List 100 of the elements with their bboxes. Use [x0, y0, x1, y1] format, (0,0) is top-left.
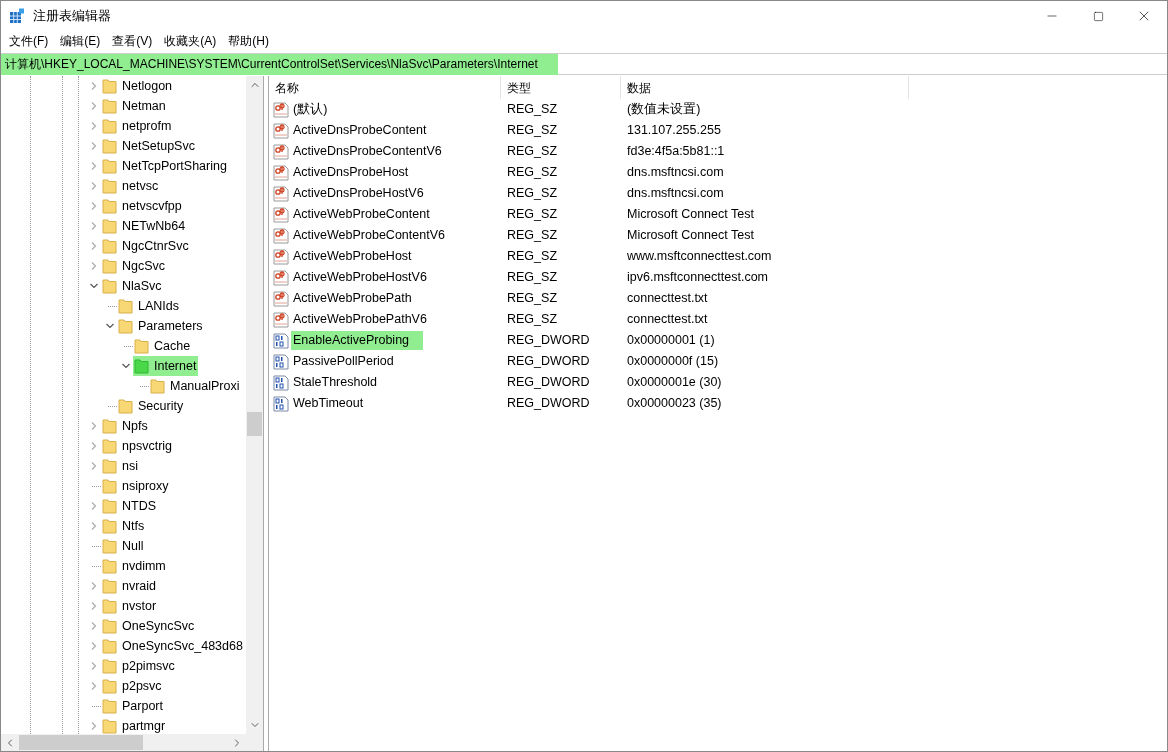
value-name[interactable]: (默认)	[291, 100, 330, 119]
tree-item[interactable]: NgcCtnrSvc	[101, 236, 191, 256]
scrollbar-thumb[interactable]	[19, 735, 143, 750]
value-type: REG_SZ	[507, 102, 557, 117]
tree-item[interactable]: Internet	[133, 356, 199, 376]
folder-icon	[102, 678, 117, 694]
folder-icon	[102, 578, 117, 594]
folder-icon	[102, 658, 117, 674]
value-data: (数值未设置)	[627, 102, 701, 117]
tree-item[interactable]: Parameters	[117, 316, 205, 336]
tree-item[interactable]: Parport	[101, 696, 165, 716]
address-bar[interactable]: 计算机\HKEY_LOCAL_MACHINE\SYSTEM\CurrentControlSet\Services\NlaSvc\Parameters\Internet	[1, 53, 1167, 75]
tree-item[interactable]: partmgr	[101, 716, 168, 734]
value-name[interactable]: ActiveDnsProbeHostV6	[291, 184, 426, 203]
value-data: connecttest.txt	[627, 291, 708, 306]
tree-item[interactable]: NetSetupSvc	[101, 136, 197, 156]
tree-item[interactable]: netprofm	[101, 116, 174, 136]
value-type: REG_SZ	[507, 186, 557, 201]
folder-icon	[102, 258, 117, 274]
column-header[interactable]: 名称	[269, 76, 501, 99]
tree-item[interactable]: Null	[101, 536, 146, 556]
tree-item[interactable]: p2psvc	[101, 676, 164, 696]
tree-item[interactable]: Npfs	[101, 416, 150, 436]
value-name[interactable]: WebTimeout	[291, 394, 366, 413]
menu-item[interactable]: 查看(V)	[106, 31, 159, 51]
value-type: REG_SZ	[507, 144, 557, 159]
tree-item[interactable]: Netman	[101, 96, 168, 116]
value-type: REG_SZ	[507, 249, 557, 264]
tree-item[interactable]: npsvctrig	[101, 436, 175, 456]
value-name[interactable]: ActiveWebProbeContentV6	[291, 226, 447, 245]
chevron-icon[interactable]	[105, 321, 115, 331]
folder-icon	[102, 518, 117, 534]
tree-item[interactable]: OneSyncSvc_483d68	[101, 636, 245, 656]
string-value-icon	[273, 122, 289, 139]
folder-icon	[102, 178, 117, 194]
folder-icon	[150, 378, 165, 394]
string-value-icon	[273, 227, 289, 244]
tree-item[interactable]: nvstor	[101, 596, 159, 616]
menu-item[interactable]: 编辑(E)	[54, 31, 107, 51]
tree-item[interactable]: nvdimm	[101, 556, 168, 576]
value-name[interactable]: ActiveWebProbeContent	[291, 205, 432, 224]
tree-item[interactable]: ManualProxi	[149, 376, 242, 396]
tree-item[interactable]: Netlogon	[101, 76, 175, 96]
folder-icon	[102, 458, 117, 474]
tree-item[interactable]: netvsc	[101, 176, 161, 196]
tree-item[interactable]: netvscvfpp	[101, 196, 184, 216]
tree-item[interactable]: LANIds	[117, 296, 181, 316]
value-name[interactable]: EnableActiveProbing	[291, 331, 424, 350]
value-name[interactable]: ActiveWebProbeHost	[291, 247, 414, 266]
chevron-icon[interactable]	[121, 361, 131, 371]
column-header[interactable]: 类型	[501, 76, 621, 99]
value-name[interactable]: ActiveDnsProbeContent	[291, 121, 429, 140]
binary-value-icon	[273, 353, 289, 370]
folder-icon	[102, 218, 117, 234]
folder-icon	[102, 118, 117, 134]
value-type: REG_SZ	[507, 123, 557, 138]
value-name[interactable]: ActiveWebProbePathV6	[291, 310, 429, 329]
value-name[interactable]: ActiveWebProbeHostV6	[291, 268, 429, 287]
scrollbar-thumb[interactable]	[247, 412, 262, 436]
column-header[interactable]: 数据	[621, 76, 909, 99]
value-data: 0x0000001e (30)	[627, 375, 722, 390]
tree-item[interactable]: NetTcpPortSharing	[101, 156, 229, 176]
binary-value-icon	[273, 374, 289, 391]
tree-item[interactable]: nsiproxy	[101, 476, 171, 496]
app-icon	[9, 8, 25, 24]
value-name[interactable]: ActiveWebProbePath	[291, 289, 414, 308]
binary-value-icon	[273, 332, 289, 349]
tree-item[interactable]: p2pimsvc	[101, 656, 177, 676]
string-value-icon	[273, 290, 289, 307]
tree-item[interactable]: Cache	[133, 336, 193, 356]
string-value-icon	[273, 185, 289, 202]
value-name[interactable]: StaleThreshold	[291, 373, 380, 392]
menu-item[interactable]: 收藏夹(A)	[158, 31, 223, 51]
value-name[interactable]: ActiveDnsProbeContentV6	[291, 142, 444, 161]
horizontal-scrollbar[interactable]	[1, 734, 263, 751]
tree-item[interactable]: Security	[117, 396, 186, 416]
folder-icon	[118, 298, 133, 314]
chevron-icon[interactable]	[89, 281, 99, 291]
value-name[interactable]: PassivePollPeriod	[291, 352, 396, 371]
tree-item[interactable]: Ntfs	[101, 516, 147, 536]
vertical-scrollbar[interactable]	[246, 76, 263, 734]
tree-item[interactable]: NTDS	[101, 496, 159, 516]
string-value-icon	[273, 248, 289, 265]
folder-icon	[134, 338, 149, 354]
maximize-icon	[1092, 10, 1104, 22]
tree-item[interactable]: NETwNb64	[101, 216, 188, 236]
value-data: fd3e:4f5a:5b81::1	[627, 144, 725, 159]
tree-item[interactable]: nsi	[101, 456, 140, 476]
tree-item[interactable]: NgcSvc	[101, 256, 168, 276]
tree-item[interactable]: OneSyncSvc	[101, 616, 197, 636]
folder-icon	[102, 498, 117, 514]
menu-item[interactable]: 文件(F)	[3, 31, 55, 51]
folder-icon	[102, 198, 117, 214]
tree-item[interactable]: nvraid	[101, 576, 159, 596]
value-name[interactable]: ActiveDnsProbeHost	[291, 163, 411, 182]
folder-icon	[102, 698, 117, 714]
menu-item[interactable]: 帮助(H)	[222, 31, 275, 51]
value-type: REG_SZ	[507, 291, 557, 306]
tree-item[interactable]: NlaSvc	[101, 276, 164, 296]
folder-icon	[118, 398, 133, 414]
